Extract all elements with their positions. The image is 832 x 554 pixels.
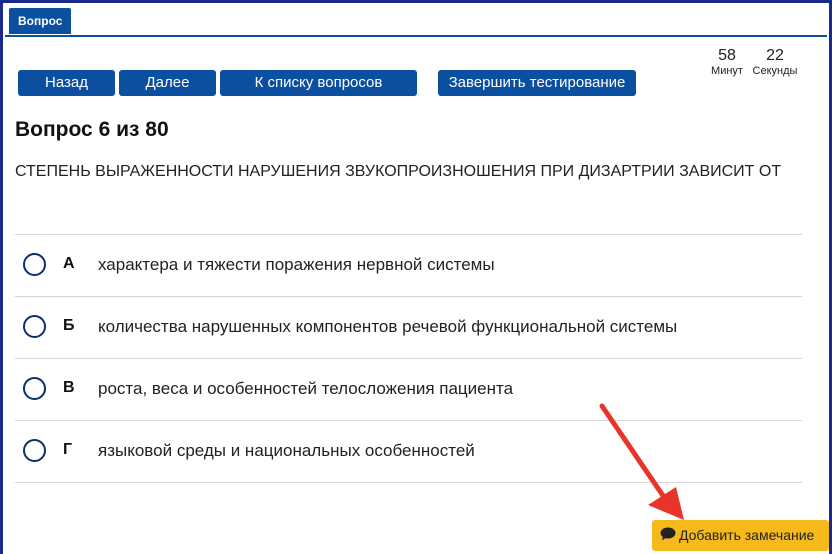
question-list-button[interactable]: К списку вопросов xyxy=(220,70,417,96)
answer-text: характера и тяжести поражения нервной си… xyxy=(98,255,495,274)
tab-question[interactable]: Вопрос xyxy=(9,8,72,34)
radio-button[interactable] xyxy=(23,377,46,400)
add-note-button[interactable]: Добавить замечание xyxy=(652,520,829,551)
answer-text: языковой среды и национальных особенност… xyxy=(98,441,475,460)
radio-button[interactable] xyxy=(23,315,46,338)
answer-option-g[interactable]: Г языковой среды и национальных особенно… xyxy=(15,420,802,483)
timer-minutes-value: 58 xyxy=(718,47,736,64)
answer-text: количества нарушенных компонентов речево… xyxy=(98,317,678,336)
answer-option-v[interactable]: В роста, веса и особенностей телосложени… xyxy=(15,358,802,420)
question-text: СТЕПЕНЬ ВЫРАЖЕННОСТИ НАРУШЕНИЯ ЗВУКОПРОИ… xyxy=(15,163,782,180)
answer-option-a[interactable]: А характера и тяжести поражения нервной … xyxy=(15,234,802,296)
radio-button[interactable] xyxy=(23,253,46,276)
answer-option-b[interactable]: Б количества нарушенных компонентов рече… xyxy=(15,296,802,358)
answer-letter: А xyxy=(63,255,75,272)
add-note-label: Добавить замечание xyxy=(679,527,815,543)
timer-seconds: 22 Секунды xyxy=(750,47,800,77)
answer-text: роста, веса и особенностей телосложения … xyxy=(98,379,514,398)
answer-letter: Г xyxy=(63,441,73,458)
radio-button[interactable] xyxy=(23,439,46,462)
finish-test-button[interactable]: Завершить тестирование xyxy=(438,70,636,96)
question-title: Вопрос 6 из 80 xyxy=(15,118,169,141)
answer-letter: Б xyxy=(63,317,75,334)
timer-minutes-label: Минут xyxy=(711,65,743,77)
timer-seconds-value: 22 xyxy=(766,47,784,64)
back-button[interactable]: Назад xyxy=(18,70,115,96)
comment-icon xyxy=(660,521,676,552)
answer-letter: В xyxy=(63,379,75,396)
timer-seconds-label: Секунды xyxy=(752,65,798,77)
timer-minutes: 58 Минут xyxy=(707,47,747,77)
tab-bar: Вопрос xyxy=(5,5,827,37)
answer-list: А характера и тяжести поражения нервной … xyxy=(15,234,802,483)
next-button[interactable]: Далее xyxy=(119,70,216,96)
